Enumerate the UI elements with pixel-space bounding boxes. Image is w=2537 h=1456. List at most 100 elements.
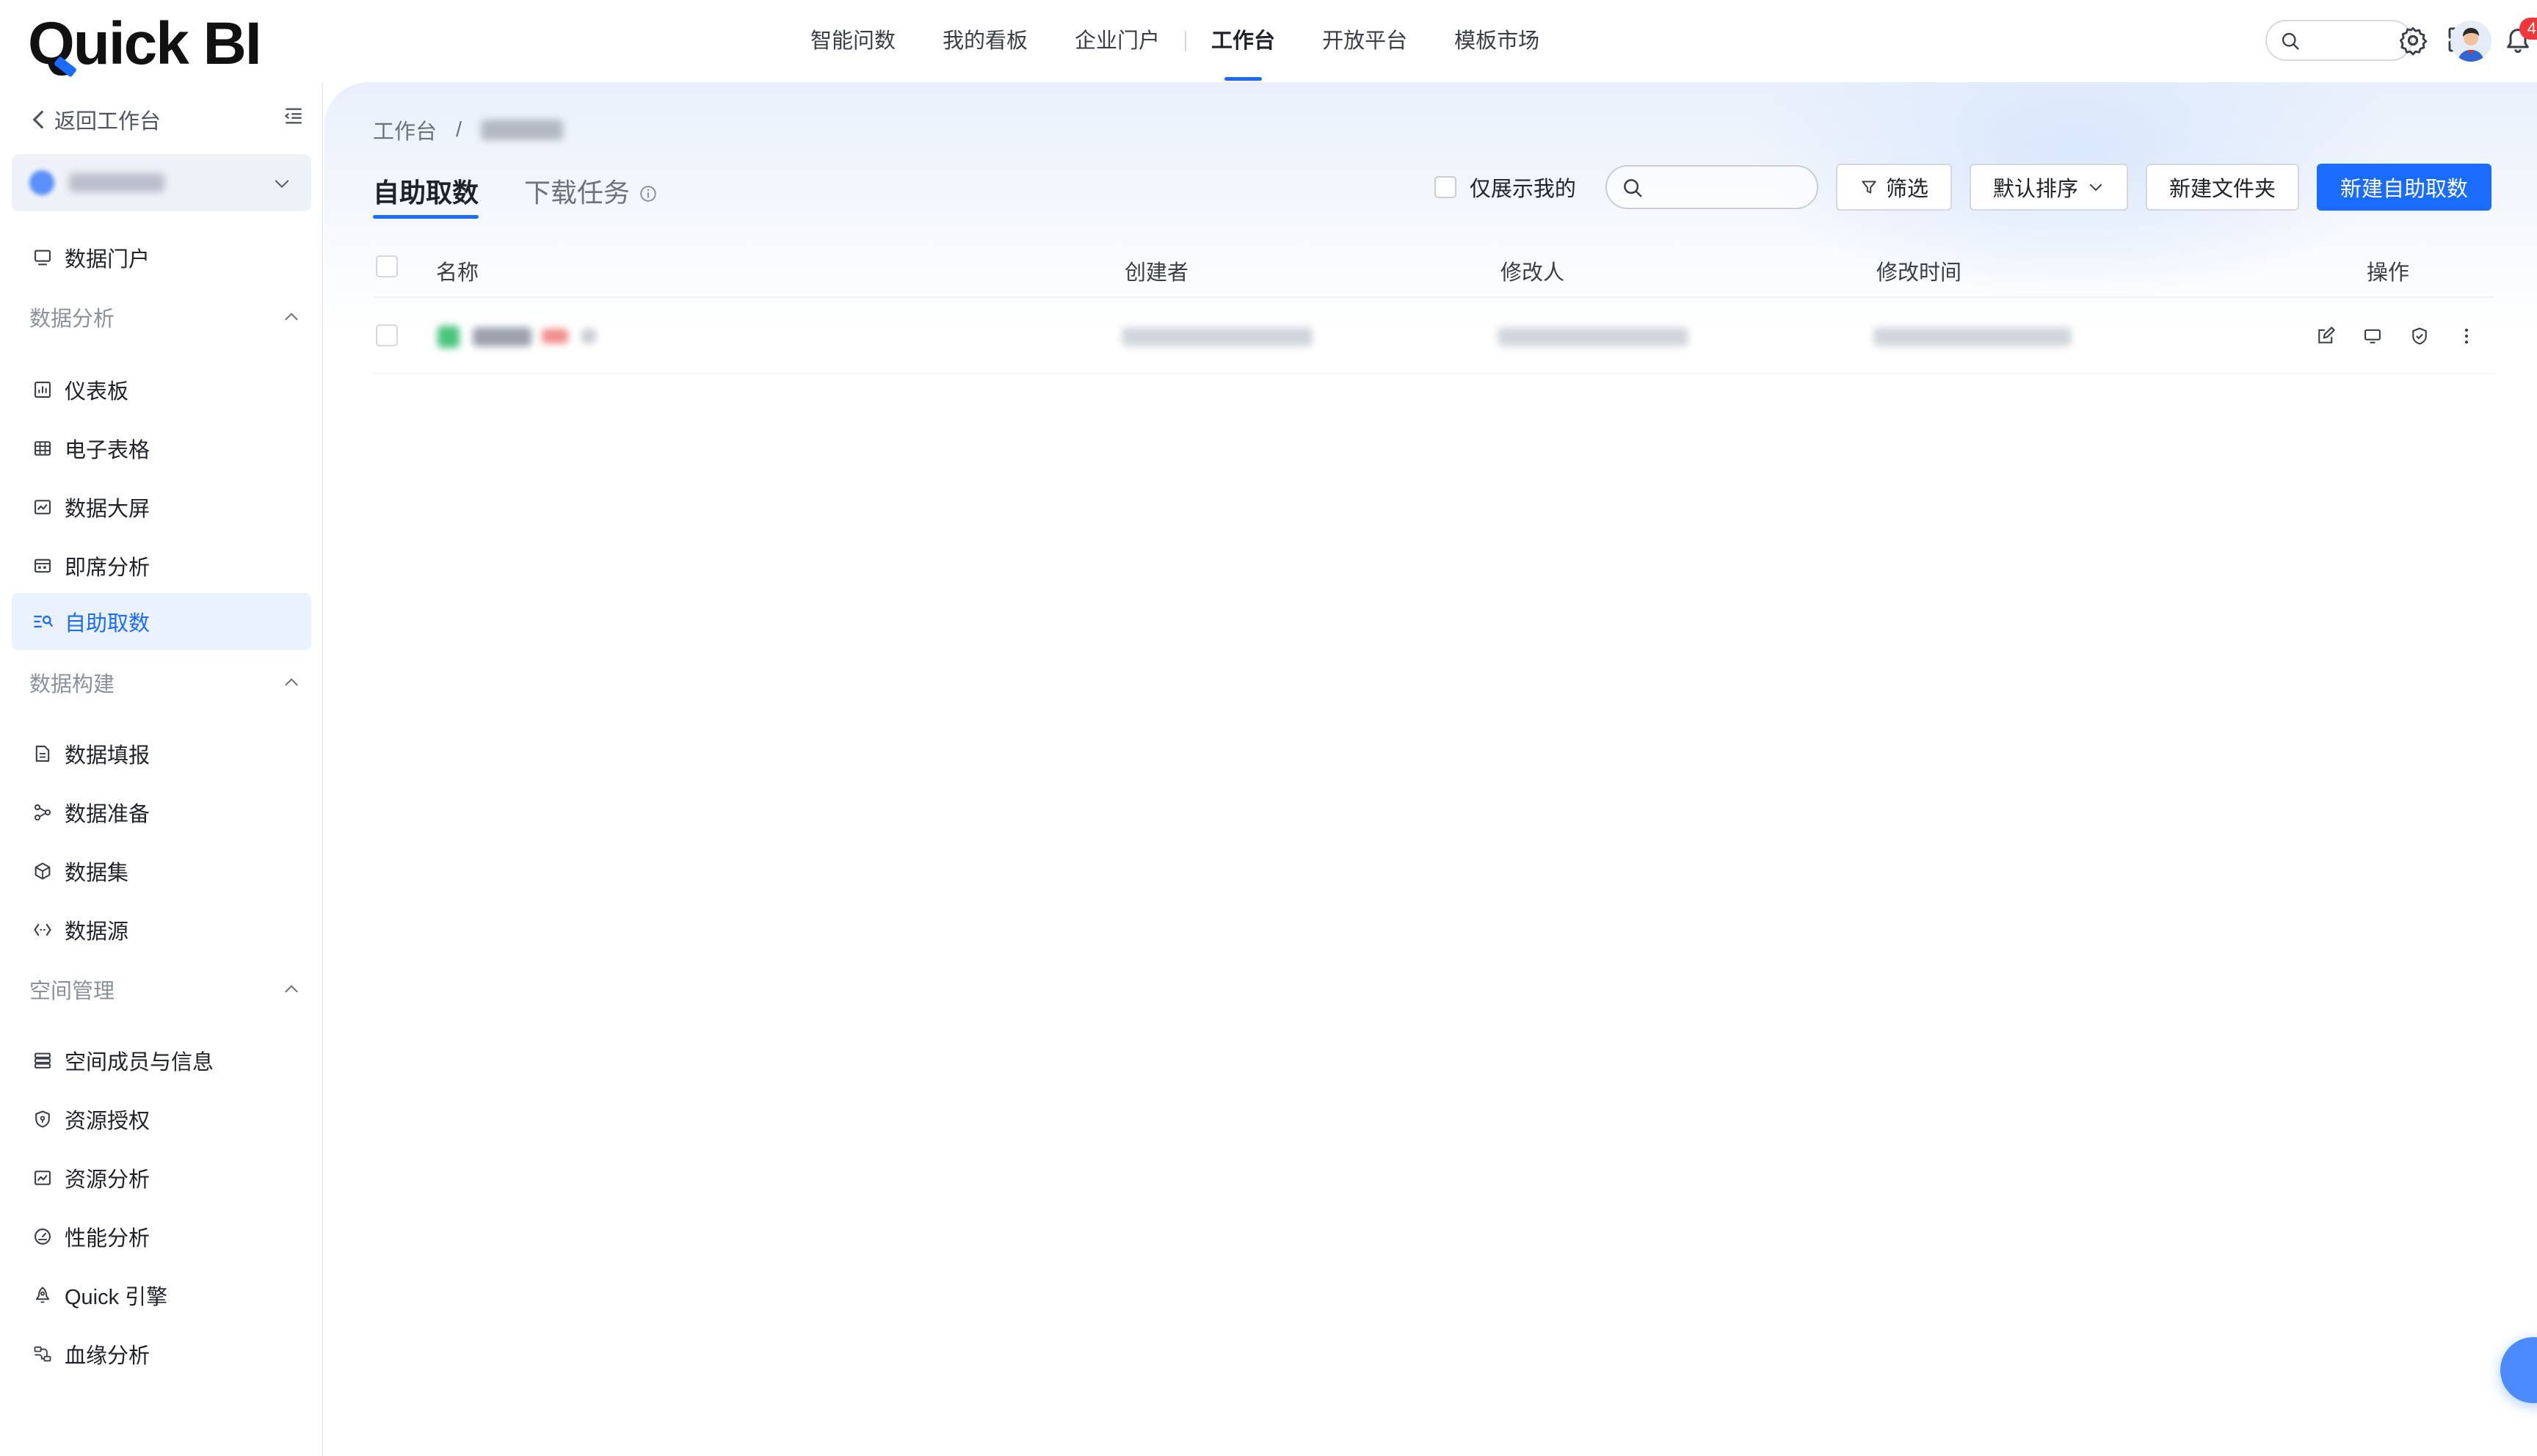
filter-button[interactable]: 筛选 xyxy=(1835,164,1952,211)
auth-icon xyxy=(31,1107,54,1131)
gear-icon[interactable] xyxy=(2398,25,2430,57)
column-header-modified-time[interactable]: 修改时间 xyxy=(1876,255,1961,286)
form-fill-icon xyxy=(31,742,54,765)
table-row[interactable] xyxy=(373,298,2494,374)
header-search-input[interactable] xyxy=(2265,20,2412,61)
members-icon xyxy=(31,1049,54,1072)
breadcrumb-root[interactable]: 工作台 xyxy=(373,114,437,145)
resource-analysis-icon xyxy=(31,1166,54,1190)
only-mine-checkbox[interactable] xyxy=(1434,176,1456,198)
spreadsheet-icon xyxy=(31,437,54,460)
notification-badge: 47 xyxy=(2519,18,2537,40)
new-self-service-button[interactable]: 新建自助取数 xyxy=(2316,164,2491,211)
dataset-icon xyxy=(31,859,54,883)
sidebar-item-label: 空间成员与信息 xyxy=(65,1051,214,1074)
new-folder-button[interactable]: 新建文件夹 xyxy=(2145,164,2299,211)
nav-my-board[interactable]: 我的看板 xyxy=(943,0,1028,82)
search-input[interactable] xyxy=(1650,174,1805,202)
nav-open-platform[interactable]: 开放平台 xyxy=(1322,0,1407,82)
sidebar-item-form-fill[interactable]: 数据填报 xyxy=(12,725,311,782)
data-prep-icon xyxy=(31,801,54,824)
group-title-label: 数据构建 xyxy=(29,673,115,696)
group-title-label: 数据分析 xyxy=(29,307,115,331)
tab-self-service[interactable]: 自助取数 xyxy=(373,172,479,219)
sidebar-item-label: 自助取数 xyxy=(65,612,150,636)
chevron-up-icon xyxy=(285,678,298,686)
info-icon[interactable] xyxy=(639,179,658,210)
toolbar: 仅展示我的 筛选 默认排序 新建文件夹 新建自助取数 xyxy=(1434,163,2491,211)
nav-smart-qa[interactable]: 智能问数 xyxy=(810,0,896,82)
search-icon xyxy=(1624,179,1642,197)
tab-label: 自助取数 xyxy=(373,178,479,208)
only-mine-toggle[interactable]: 仅展示我的 xyxy=(1434,172,1576,203)
filter-label: 筛选 xyxy=(1885,178,1928,201)
row-name-redacted[interactable] xyxy=(473,327,531,346)
sidebar-item-dataset[interactable]: 数据集 xyxy=(12,842,311,900)
more-vertical-icon[interactable] xyxy=(2453,323,2480,349)
big-screen-icon xyxy=(31,495,54,519)
monitor-icon[interactable] xyxy=(2359,323,2386,349)
sidebar-item-data-portal[interactable]: 数据门户 xyxy=(12,229,311,286)
sidebar-item-label: 资源授权 xyxy=(65,1110,150,1133)
sidebar-item-label: 性能分析 xyxy=(65,1227,150,1251)
sidebar-item-label: 数据集 xyxy=(65,862,129,885)
sidebar-item-members[interactable]: 空间成员与信息 xyxy=(12,1032,311,1089)
new-folder-label: 新建文件夹 xyxy=(2168,178,2276,201)
row-type-icon xyxy=(438,326,460,348)
row-modifier-redacted xyxy=(1498,327,1688,346)
top-nav: 智能问数 我的看板 企业门户 工作台 开放平台 模板市场 xyxy=(810,0,1586,82)
nav-workbench[interactable]: 工作台 xyxy=(1211,0,1275,82)
select-all-checkbox[interactable] xyxy=(376,255,398,277)
workspace-name-redacted xyxy=(69,173,164,192)
quick-bi-logo[interactable]: Quick BI xyxy=(28,9,262,79)
sort-label: 默认排序 xyxy=(1992,178,2078,201)
workspace-selector[interactable] xyxy=(12,154,311,211)
bell-icon[interactable]: 47 xyxy=(2503,18,2537,57)
back-to-workbench-link[interactable]: 返回工作台 xyxy=(29,104,161,135)
table-header: 名称 创建者 修改人 修改时间 操作 xyxy=(373,236,2494,298)
sidebar-item-quick-engine[interactable]: Quick 引擎 xyxy=(12,1267,311,1324)
sidebar-item-label: 电子表格 xyxy=(65,439,150,462)
sidebar-item-performance[interactable]: 性能分析 xyxy=(12,1208,311,1265)
chevron-up-icon xyxy=(285,985,298,993)
self-service-icon xyxy=(31,610,54,633)
sidebar-item-resource-analysis[interactable]: 资源分析 xyxy=(12,1149,311,1206)
tab-download-tasks[interactable]: 下载任务 xyxy=(524,172,658,219)
sidebar-item-dashboard[interactable]: 仪表板 xyxy=(12,361,311,418)
breadcrumb-separator: / xyxy=(456,117,462,142)
row-extra-redacted xyxy=(581,329,596,343)
group-title-space-management[interactable]: 空间管理 xyxy=(29,967,301,1011)
sidebar: 返回工作台 数据门户 数据分析 仪表板 电子表格 数据大屏 即席分析 自助取数 … xyxy=(0,82,323,1456)
performance-icon xyxy=(31,1225,54,1248)
column-header-creator[interactable]: 创建者 xyxy=(1125,255,1188,286)
nav-enterprise-portal[interactable]: 企业门户 xyxy=(1075,0,1160,82)
sidebar-item-lineage[interactable]: 血缘分析 xyxy=(12,1325,311,1383)
workspace-avatar xyxy=(29,170,54,195)
user-avatar[interactable] xyxy=(2450,21,2491,62)
search-icon xyxy=(2282,32,2299,50)
row-checkbox[interactable] xyxy=(376,324,398,346)
shield-check-icon[interactable] xyxy=(2406,323,2433,349)
group-title-data-analysis[interactable]: 数据分析 xyxy=(29,295,301,339)
sidebar-item-resource-auth[interactable]: 资源授权 xyxy=(12,1091,311,1148)
tab-bar: 自助取数 下载任务 xyxy=(373,172,703,219)
column-header-name[interactable]: 名称 xyxy=(436,255,479,286)
breadcrumb: 工作台 / xyxy=(373,114,564,145)
chevron-up-icon xyxy=(285,313,298,321)
sidebar-item-big-screen[interactable]: 数据大屏 xyxy=(12,478,311,536)
sidebar-item-self-service[interactable]: 自助取数 xyxy=(12,593,311,650)
sidebar-item-label: 资源分析 xyxy=(65,1168,150,1192)
sidebar-item-data-prep[interactable]: 数据准备 xyxy=(12,784,311,841)
edit-icon[interactable] xyxy=(2312,323,2339,349)
sidebar-item-label: 数据大屏 xyxy=(65,498,150,521)
sort-dropdown[interactable]: 默认排序 xyxy=(1969,164,2128,211)
sidebar-item-datasource[interactable]: 数据源 xyxy=(12,901,311,958)
sidebar-item-adhoc-analysis[interactable]: 即席分析 xyxy=(12,537,311,594)
resource-search xyxy=(1605,165,1818,209)
sidebar-collapse-icon[interactable] xyxy=(282,104,305,131)
sidebar-item-spreadsheet[interactable]: 电子表格 xyxy=(12,420,311,477)
group-title-data-build[interactable]: 数据构建 xyxy=(29,660,301,705)
column-header-modifier[interactable]: 修改人 xyxy=(1500,255,1564,286)
nav-template-market[interactable]: 模板市场 xyxy=(1454,0,1539,82)
chevron-down-icon xyxy=(2089,184,2102,192)
